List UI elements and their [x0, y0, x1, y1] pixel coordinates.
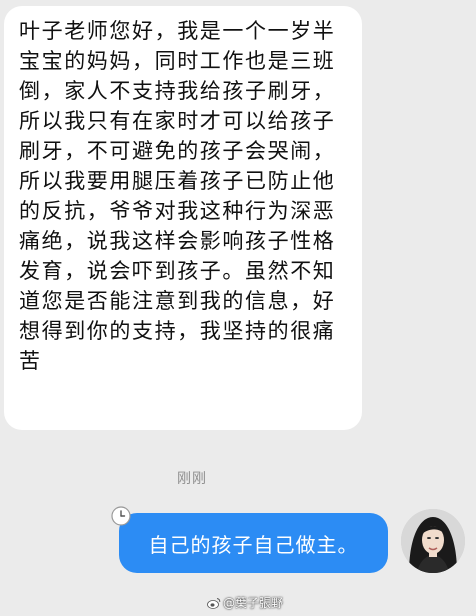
clock-icon: [111, 506, 131, 526]
avatar[interactable]: [401, 509, 465, 573]
received-message-text: 叶子老师您好，我是一个一岁半宝宝的妈妈，同时工作也是三班倒，家人不支持我给孩子刷…: [19, 19, 336, 373]
weibo-icon: [207, 597, 221, 609]
sent-message-text: 自己的孩子自己做主。: [148, 532, 359, 557]
received-message-bubble: 叶子老师您好，我是一个一岁半宝宝的妈妈，同时工作也是三班倒，家人不支持我给孩子刷…: [4, 6, 362, 430]
watermark-handle: @葉子張野: [223, 596, 284, 610]
watermark: @葉子張野: [207, 594, 283, 611]
sent-message-bubble: 自己的孩子自己做主。: [119, 513, 388, 573]
avatar-portrait: [401, 509, 465, 573]
message-timestamp: 刚刚: [177, 471, 207, 487]
